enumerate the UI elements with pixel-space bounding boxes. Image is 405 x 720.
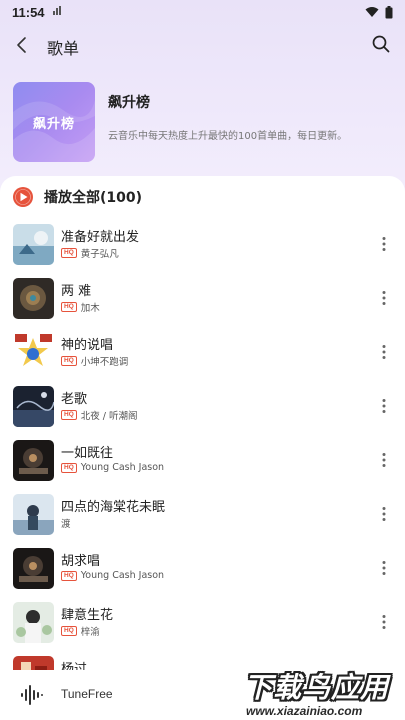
hq-badge: HQ	[61, 410, 77, 420]
playlist-cover: 飙升榜	[13, 82, 95, 162]
song-meta: HQ 梓渝	[61, 624, 100, 638]
search-icon[interactable]	[371, 34, 391, 54]
song-title: 老歌	[61, 392, 88, 407]
more-vert-icon[interactable]	[381, 614, 387, 630]
song-cover	[13, 494, 54, 535]
song-artist: 小坤不跑调	[80, 357, 129, 368]
cover-title: 飙升榜	[32, 117, 75, 132]
song-cover	[13, 440, 54, 481]
mini-player[interactable]: TuneFree	[0, 670, 240, 720]
song-row[interactable]: 准备好就出发 HQ 黄子弘凡	[0, 218, 405, 272]
battery-icon	[385, 5, 393, 18]
waveform-icon	[21, 685, 43, 705]
song-meta: HQ 北夜 / 听潮阁	[61, 408, 138, 422]
watermark-url: www.xiazainiao.com	[246, 704, 363, 718]
hq-badge: HQ	[61, 462, 77, 473]
song-title: 一如既往	[61, 446, 114, 461]
song-row[interactable]: 两 难 HQ 加木	[0, 272, 405, 326]
more-vert-icon[interactable]	[381, 236, 387, 252]
playlist-name: 飙升榜	[108, 95, 150, 111]
player-app-name: TuneFree	[61, 687, 113, 701]
song-artist: 北夜 / 听潮阁	[80, 411, 138, 422]
song-list-panel: 播放全部(100) 准备好就出发 HQ 黄子弘凡 两 难 HQ 加木 神的说唱 …	[0, 176, 405, 720]
song-title: 神的说唱	[61, 338, 114, 353]
data-activity-icon	[52, 6, 62, 18]
hq-badge: HQ	[61, 248, 77, 258]
play-all-button[interactable]: 播放全部(100)	[12, 186, 142, 208]
song-title: 四点的海棠花未眠	[61, 500, 166, 515]
song-row[interactable]: 一如既往 HQ Young Cash Jason	[0, 434, 405, 488]
hq-badge: HQ	[61, 302, 77, 312]
song-artist: Young Cash Jason	[80, 462, 165, 473]
song-artist: 加木	[80, 303, 100, 314]
hq-badge: HQ	[61, 626, 77, 636]
play-circle-icon	[13, 187, 33, 207]
song-cover	[13, 224, 54, 265]
song-artist: Young Cash Jason	[80, 570, 165, 581]
more-vert-icon[interactable]	[381, 398, 387, 414]
more-vert-icon[interactable]	[381, 560, 387, 576]
song-cover	[13, 548, 54, 589]
song-cover	[13, 332, 54, 373]
play-all-label: 播放全部(100)	[44, 190, 143, 206]
song-row[interactable]: 老歌 HQ 北夜 / 听潮阁	[0, 380, 405, 434]
more-vert-icon[interactable]	[381, 452, 387, 468]
song-meta: HQ 黄子弘凡	[61, 246, 119, 260]
status-time: 11:54	[12, 4, 45, 20]
song-row[interactable]: 胡求唱 HQ Young Cash Jason	[0, 542, 405, 596]
wifi-icon	[365, 7, 379, 17]
hq-badge: HQ	[61, 570, 77, 581]
back-icon[interactable]	[12, 34, 34, 56]
page-title: 歌单	[47, 39, 80, 58]
watermark: 下载鸟应用 www.xiazainiao.com	[238, 664, 405, 720]
song-title: 胡求唱	[61, 554, 101, 569]
song-artist: 黄子弘凡	[80, 249, 119, 260]
song-meta: HQ 小坤不跑调	[61, 354, 128, 368]
status-icons	[365, 5, 393, 19]
watermark-main: 下载鸟应用	[244, 671, 390, 704]
status-bar: 11:54	[0, 0, 405, 24]
song-row[interactable]: 肆意生花 HQ 梓渝	[0, 596, 405, 650]
song-artist: 渡	[61, 519, 71, 530]
song-title: 两 难	[61, 284, 92, 299]
more-vert-icon[interactable]	[381, 344, 387, 360]
song-cover	[13, 278, 54, 319]
song-meta: 渡	[61, 516, 71, 530]
song-title: 肆意生花	[61, 608, 114, 623]
song-cover	[13, 602, 54, 643]
song-cover	[13, 386, 54, 427]
song-row[interactable]: 四点的海棠花未眠 渡	[0, 488, 405, 542]
song-meta: HQ 加木	[61, 300, 100, 314]
hq-badge: HQ	[61, 356, 77, 366]
song-artist: 梓渝	[80, 627, 100, 638]
song-meta: HQ Young Cash Jason	[61, 570, 164, 581]
more-vert-icon[interactable]	[381, 506, 387, 522]
playlist-description: 云音乐中每天热度上升最快的100首单曲，每日更新。	[108, 131, 348, 142]
song-meta: HQ Young Cash Jason	[61, 462, 164, 473]
more-vert-icon[interactable]	[381, 290, 387, 306]
app-header: 歌单	[0, 28, 405, 62]
song-row[interactable]: 神的说唱 HQ 小坤不跑调	[0, 326, 405, 380]
song-title: 准备好就出发	[61, 230, 140, 245]
